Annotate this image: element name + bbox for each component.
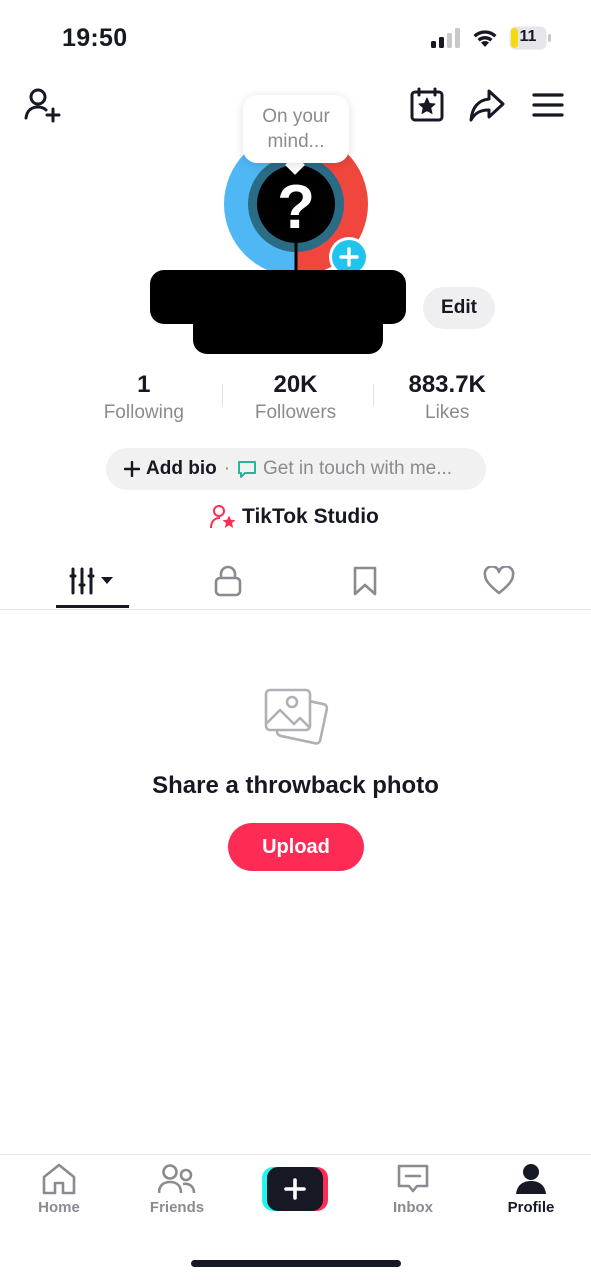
likes-label: Likes [425, 402, 470, 423]
signal-icon [431, 28, 460, 48]
plus-icon [124, 461, 140, 477]
battery-level: 11 [519, 28, 537, 45]
home-icon [42, 1163, 76, 1195]
inbox-icon [397, 1164, 429, 1193]
tab-videos[interactable] [56, 562, 129, 600]
studio-label: TikTok Studio [242, 505, 379, 528]
bio-separator: · [223, 458, 231, 479]
stat-divider [373, 384, 375, 406]
tab-active-indicator [56, 605, 129, 608]
upload-button[interactable]: Upload [228, 823, 364, 871]
battery-icon: 11 [509, 26, 551, 50]
nav-profile[interactable]: Profile [481, 1163, 581, 1216]
content-tabs [0, 552, 591, 610]
nav-home-label: Home [38, 1199, 80, 1216]
svg-text:?: ? [277, 173, 315, 242]
profile-icon [516, 1164, 546, 1194]
share-button[interactable] [466, 84, 508, 126]
empty-state-title: Share a throwback photo [152, 772, 439, 799]
home-indicator [191, 1260, 401, 1267]
contact-button[interactable]: Get in touch with me... [263, 458, 452, 480]
stat-following[interactable]: 1 Following [68, 370, 220, 426]
mind-bubble-text: On your mind... [262, 106, 330, 152]
nav-profile-label: Profile [507, 1199, 555, 1216]
profile-stats: 1 Following 20K Followers 883.7K Likes [68, 370, 523, 426]
followers-label: Followers [254, 402, 337, 423]
tab-saved[interactable] [344, 562, 386, 600]
create-button[interactable] [262, 1167, 328, 1211]
menu-button[interactable] [527, 84, 569, 126]
following-label: Following [103, 402, 184, 423]
mind-bubble[interactable]: On your mind... [243, 95, 349, 163]
tab-private[interactable] [207, 562, 249, 600]
lock-icon [214, 565, 242, 597]
tiktok-studio-link[interactable]: TikTok Studio [210, 502, 379, 532]
chat-bubble-icon [238, 461, 257, 478]
status-icons: 11 [431, 26, 551, 50]
stat-divider [221, 384, 223, 406]
heart-icon [483, 566, 515, 595]
followers-count: 20K [273, 371, 318, 398]
stat-likes[interactable]: 883.7K Likes [371, 370, 523, 426]
nav-inbox-label: Inbox [393, 1199, 433, 1216]
likes-count: 883.7K [408, 371, 486, 398]
add-friend-icon [24, 88, 61, 123]
nav-friends[interactable]: Friends [127, 1163, 227, 1216]
photo-stack-icon [262, 686, 330, 752]
nav-friends-label: Friends [149, 1199, 205, 1216]
add-bio-button[interactable]: Add bio [146, 458, 217, 480]
hamburger-menu-icon [532, 93, 564, 117]
plus-icon [332, 240, 366, 274]
bio-pill: Add bio · Get in touch with me... [106, 448, 486, 490]
tab-liked[interactable] [478, 562, 520, 600]
studio-user-star-icon [210, 505, 236, 529]
create-plus-icon [262, 1167, 328, 1211]
stat-followers[interactable]: 20K Followers [220, 370, 372, 426]
nav-inbox[interactable]: Inbox [363, 1163, 463, 1216]
bookmark-icon [353, 566, 377, 596]
status-time: 19:50 [62, 24, 128, 52]
calendar-button[interactable] [406, 84, 448, 126]
calendar-star-icon [410, 87, 444, 122]
edit-profile-button[interactable]: Edit [423, 287, 495, 329]
following-count: 1 [137, 371, 151, 398]
wifi-icon [473, 30, 497, 47]
nav-home[interactable]: Home [9, 1163, 109, 1216]
redacted-handle [193, 312, 383, 354]
share-icon [469, 89, 505, 122]
friends-icon [158, 1164, 196, 1194]
videos-grid-icon [69, 567, 113, 595]
add-friend-button[interactable] [22, 84, 64, 126]
